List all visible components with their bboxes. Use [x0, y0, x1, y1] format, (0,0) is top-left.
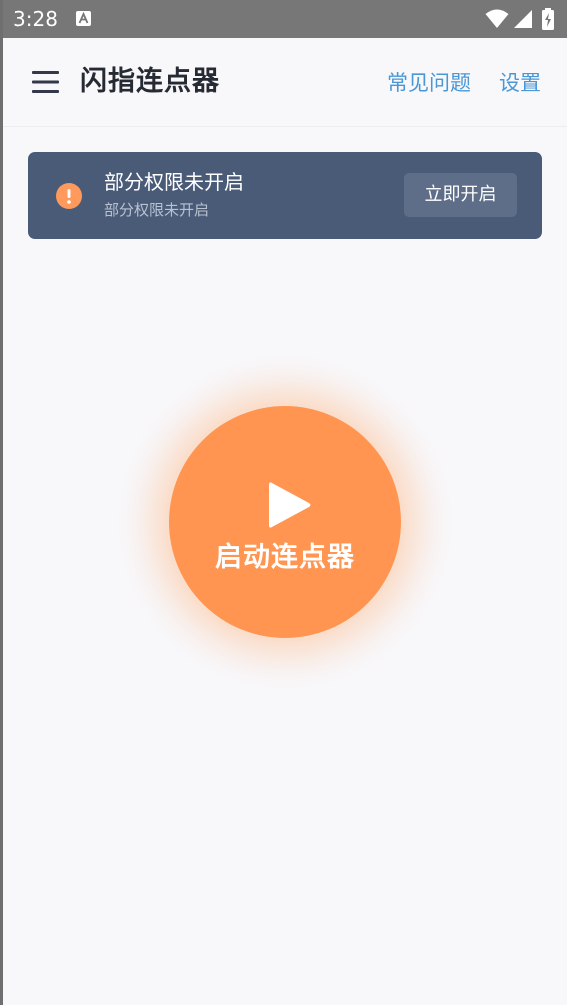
- battery-icon: [542, 8, 554, 30]
- start-clicker-label: 启动连点器: [215, 542, 355, 573]
- status-icons: [485, 8, 559, 30]
- status-time: 3:28: [13, 7, 58, 31]
- app-bar: 闪指连点器 常见问题 设置: [3, 38, 567, 127]
- enable-now-button[interactable]: 立即开启: [404, 173, 517, 217]
- a-notification-icon: [76, 11, 91, 26]
- banner-title: 部分权限未开启: [104, 170, 244, 194]
- app-screen: 3:28 闪指连点器 常见问题 设置 部分权限未开启 部分权限未开启 立即开启 …: [3, 0, 567, 1005]
- warning-icon: [56, 183, 82, 209]
- play-icon: [269, 482, 311, 528]
- start-clicker-button[interactable]: 启动连点器: [169, 406, 401, 638]
- permission-banner: 部分权限未开启 部分权限未开启 立即开启: [28, 152, 542, 239]
- hamburger-menu-icon[interactable]: [29, 66, 61, 98]
- app-title: 闪指连点器: [80, 66, 220, 97]
- faq-link[interactable]: 常见问题: [387, 68, 471, 98]
- wifi-icon: [485, 9, 509, 28]
- status-bar: 3:28: [3, 0, 567, 38]
- signal-icon: [514, 10, 532, 28]
- banner-subtitle: 部分权限未开启: [104, 201, 210, 219]
- settings-link[interactable]: 设置: [499, 68, 541, 98]
